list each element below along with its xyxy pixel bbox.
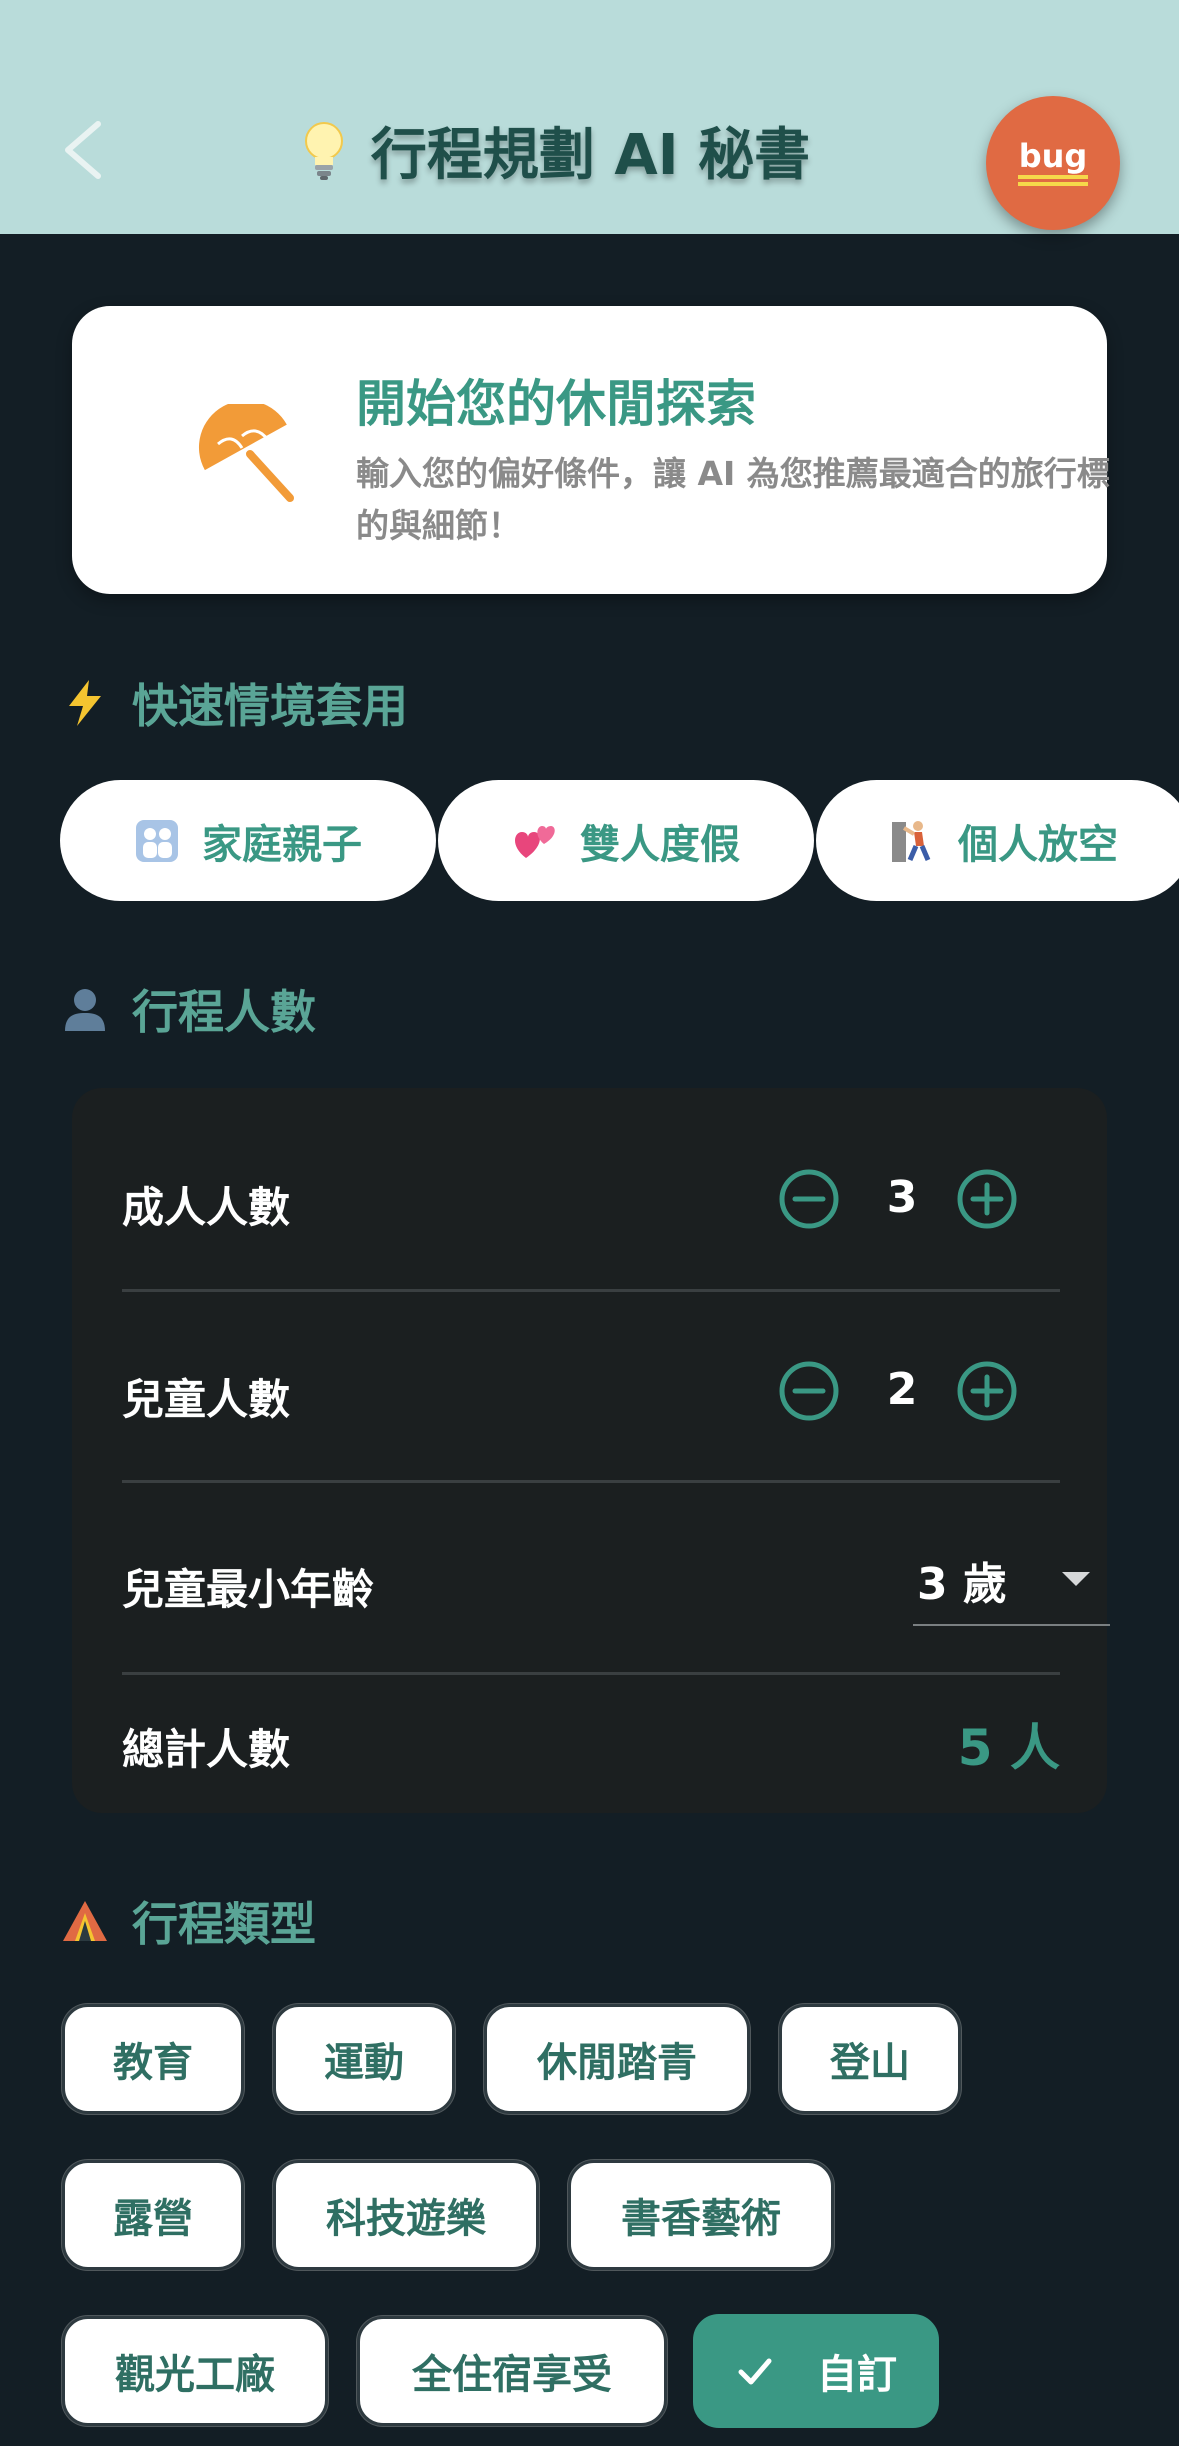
- divider: [122, 1672, 1060, 1675]
- scenario-chip-label: 雙人度假: [580, 821, 740, 868]
- scenario-chip-label: 家庭親子: [202, 821, 362, 868]
- page-title-text: 行程規劃 AI 秘書: [370, 122, 811, 188]
- quick-scenario-section-title: 快速情境套用: [60, 668, 408, 738]
- bug-underline-icon: [1018, 175, 1088, 187]
- trip-type-label: 運動: [324, 2040, 404, 2086]
- adults-label: 成人人數: [122, 1183, 291, 1232]
- trip-type-label: 登山: [830, 2040, 910, 2086]
- scenario-chip-label: 個人放空: [958, 821, 1118, 868]
- min-child-age-label: 兒童最小年齡: [122, 1565, 375, 1614]
- trip-type-chip-education[interactable]: 教育: [62, 2004, 244, 2114]
- adults-increment-button[interactable]: [956, 1168, 1018, 1230]
- trip-type-label: 露營: [113, 2196, 193, 2242]
- total-row: 總計人數 5 人: [122, 1706, 1060, 1777]
- total-value: 5 人: [957, 1719, 1060, 1777]
- bug-label: bug: [1018, 137, 1088, 175]
- trip-type-label: 書香藝術: [621, 2196, 781, 2242]
- children-decrement-button[interactable]: [778, 1360, 840, 1422]
- min-child-age-row: 兒童最小年齡 3 歲: [122, 1540, 1110, 1630]
- min-child-age-select[interactable]: 3 歲: [913, 1540, 1110, 1626]
- adults-decrement-button[interactable]: [778, 1168, 840, 1230]
- trip-type-chip-mountain[interactable]: 登山: [779, 2004, 961, 2114]
- min-child-age-value: 3 歲: [917, 1559, 1007, 1610]
- person-climbing-icon: [892, 820, 931, 862]
- trip-type-label: 教育: [113, 2040, 193, 2086]
- people-section-title: 行程人數: [60, 974, 316, 1044]
- trip-type-section-title: 行程類型: [60, 1886, 316, 1956]
- trip-type-label: 科技遊樂: [326, 2196, 486, 2242]
- divider: [122, 1289, 1060, 1292]
- people-title-text: 行程人數: [132, 985, 316, 1039]
- trip-type-chip-books-arts[interactable]: 書香藝術: [568, 2160, 834, 2270]
- bug-report-button[interactable]: bug: [986, 96, 1120, 230]
- app-header: 行程規劃 AI 秘書 bug: [0, 0, 1179, 234]
- adults-row: 成人人數 3: [122, 1168, 1060, 1238]
- adults-value: 3: [886, 1172, 918, 1223]
- trip-type-label: 全住宿享受: [412, 2352, 612, 2398]
- scenario-chip-family[interactable]: 家庭親子: [60, 780, 436, 901]
- tent-icon: [60, 1896, 110, 1946]
- scenario-chip-couple[interactable]: 雙人度假: [438, 780, 814, 901]
- children-value: 2: [886, 1364, 918, 1415]
- family-icon: [136, 819, 178, 862]
- intro-card: 開始您的休閒探索 輸入您的偏好條件，讓 AI 為您推薦最適合的旅行標的與細節！: [72, 306, 1110, 594]
- trip-type-chip-custom[interactable]: 自訂: [693, 2314, 939, 2428]
- umbrella-icon: [198, 404, 294, 502]
- children-increment-button[interactable]: [956, 1360, 1018, 1422]
- trip-type-chip-leisure-hiking[interactable]: 休閒踏青: [484, 2004, 750, 2114]
- children-label: 兒童人數: [122, 1375, 291, 1424]
- caret-down-icon: [1062, 1572, 1090, 1586]
- people-card: 成人人數 3 兒童人數 2 兒童最小年齡 3 歲 總計人數 5 人: [72, 1088, 1110, 1813]
- total-label: 總計人數: [122, 1725, 291, 1774]
- check-icon: [738, 2358, 772, 2385]
- divider: [122, 1480, 1060, 1483]
- two-hearts-icon: [515, 825, 555, 858]
- lightning-icon: [60, 678, 110, 728]
- person-silhouette-icon: [60, 984, 110, 1034]
- trip-type-chip-full-stay[interactable]: 全住宿享受: [357, 2316, 667, 2426]
- trip-type-chip-camping[interactable]: 露營: [62, 2160, 244, 2270]
- lightbulb-icon: [304, 122, 343, 180]
- trip-type-chip-tech-fun[interactable]: 科技遊樂: [273, 2160, 539, 2270]
- trip-type-title-text: 行程類型: [132, 1897, 316, 1951]
- trip-type-chip-factory-tour[interactable]: 觀光工廠: [62, 2316, 328, 2426]
- trip-type-label: 自訂: [817, 2352, 897, 2398]
- intro-title: 開始您的休閒探索: [356, 375, 756, 433]
- scenario-chip-solo[interactable]: 個人放空: [816, 780, 1179, 901]
- children-row: 兒童人數 2: [122, 1360, 1060, 1430]
- trip-type-label: 休閒踏青: [537, 2040, 697, 2086]
- quick-scenario-title-text: 快速情境套用: [132, 679, 408, 733]
- trip-type-chip-sports[interactable]: 運動: [273, 2004, 455, 2114]
- trip-type-label: 觀光工廠: [115, 2352, 275, 2398]
- intro-description: 輸入您的偏好條件，讓 AI 為您推薦最適合的旅行標的與細節！: [356, 454, 1110, 545]
